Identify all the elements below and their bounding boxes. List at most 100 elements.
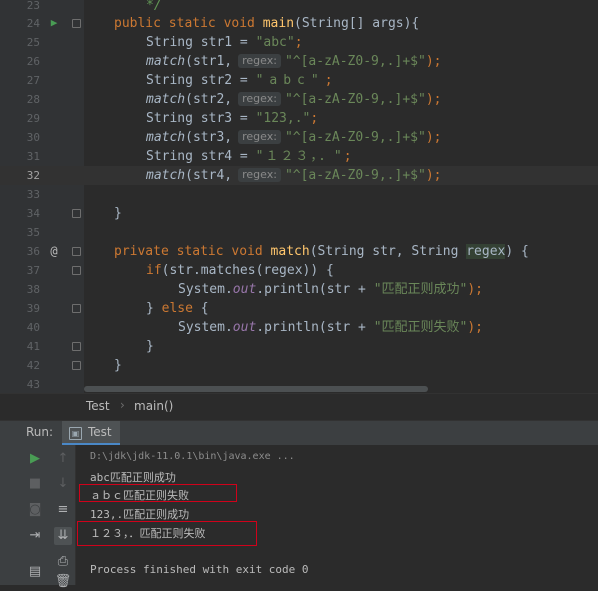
highlight-box (79, 484, 237, 502)
scroll-up-icon[interactable]: ↑ (54, 450, 72, 468)
fold-marker-icon[interactable] (72, 266, 81, 275)
code-editor[interactable]: 23 */ 24 ▶ public static void main(Strin… (0, 0, 598, 393)
code-line[interactable]: 35 (0, 223, 598, 242)
soft-wrap-icon[interactable]: ≡ (54, 501, 72, 519)
override-icon[interactable]: @ (48, 245, 60, 257)
line-number: 28 (26, 93, 40, 106)
match-call: match(str1, regex: "^[a-zA-Z0-9,.]+$"); (146, 54, 442, 69)
code-line[interactable]: 28 match(str2, regex: "^[a-zA-Z0-9,.]+$"); (0, 90, 598, 109)
fold-marker-icon[interactable] (72, 304, 81, 313)
declaration: String str2 = "abc"; (146, 73, 333, 88)
line-number: 43 (26, 378, 40, 391)
run-toolbar: ▶ ↑ ■ ↓ ◙ ≡ ⇥ ⇊ ⎙ ▤ 🗑 (0, 445, 76, 589)
line-number: 31 (26, 150, 40, 163)
run-label: Run: (26, 425, 54, 439)
line-number: 30 (26, 131, 40, 144)
line-number: 26 (26, 55, 40, 68)
declaration: String str1 = "abc"; (146, 35, 303, 50)
line-number: 39 (26, 302, 40, 315)
declaration: String str4 = "１２３，．"; (146, 149, 352, 164)
line-number: 38 (26, 283, 40, 296)
closing-brace: } (114, 358, 122, 373)
match-call: match(str4, regex: "^[a-zA-Z0-9,.]+$"); (146, 168, 442, 183)
line-number: 42 (26, 359, 40, 372)
fold-marker-icon[interactable] (72, 19, 81, 28)
line-number: 40 (26, 321, 40, 334)
println-failure: System.out.println(str + "匹配正则失败"); (178, 320, 483, 335)
scroll-to-end-icon[interactable]: ⇊ (54, 527, 72, 545)
param-hint: regex: (238, 92, 281, 106)
line-number: 41 (26, 340, 40, 353)
code-line[interactable]: 34 } (0, 204, 598, 223)
code-line[interactable]: 40 System.out.println(str + "匹配正则失败"); (0, 318, 598, 337)
console-line: 123,.匹配正则成功 (90, 508, 190, 521)
line-number: 34 (26, 207, 40, 220)
console-line: abc匹配正则成功 (90, 471, 176, 484)
code-line[interactable]: 31 String str4 = "１２３，．"; (0, 147, 598, 166)
run-tab-label: Test (88, 425, 112, 439)
main-signature: public static void main(String[] args){ (114, 16, 420, 31)
scroll-down-icon[interactable]: ↓ (54, 475, 72, 493)
code-line[interactable]: 38 System.out.println(str + "匹配正则成功"); (0, 280, 598, 299)
code-line[interactable]: 39 } else { (0, 299, 598, 318)
param-hint: regex: (238, 54, 281, 68)
match-call: match(str3, regex: "^[a-zA-Z0-9,.]+$"); (146, 130, 442, 145)
print-icon[interactable]: ⎙ (54, 553, 72, 571)
highlight-box (77, 521, 257, 546)
layout-icon[interactable]: ▤ (26, 563, 44, 581)
fold-marker-icon[interactable] (72, 209, 81, 218)
console-exit-message: Process finished with exit code 0 (90, 563, 309, 576)
code-line[interactable]: 41 } (0, 337, 598, 356)
line-number: 25 (26, 36, 40, 49)
code-line[interactable]: 30 match(str3, regex: "^[a-zA-Z0-9,.]+$"); (0, 128, 598, 147)
run-gutter-icon[interactable]: ▶ (48, 17, 60, 29)
line-number: 33 (26, 188, 40, 201)
console-command: D:\jdk\jdk-11.0.1\bin\java.exe ... (90, 451, 295, 462)
code-line[interactable]: 25 String str1 = "abc"; (0, 33, 598, 52)
code-line[interactable]: 37 if(str.matches(regex)) { (0, 261, 598, 280)
breadcrumb-separator: › (120, 398, 125, 412)
code-line[interactable]: 26 match(str1, regex: "^[a-zA-Z0-9,.]+$"); (0, 52, 598, 71)
line-number: 23 (26, 0, 40, 12)
breadcrumb-class[interactable]: Test (86, 399, 110, 413)
fold-marker-icon[interactable] (72, 247, 81, 256)
else-statement: } else { (146, 301, 209, 316)
run-tab-test[interactable]: ▣ Test (62, 421, 120, 445)
closing-brace: } (146, 339, 154, 354)
code-line-current[interactable]: 32 match(str4, regex: "^[a-zA-Z0-9,.]+$"); (0, 166, 598, 185)
fold-marker-icon[interactable] (72, 361, 81, 370)
match-signature: private static void match(String str, St… (114, 244, 529, 259)
stop-icon[interactable]: ■ (26, 475, 44, 493)
line-number: 37 (26, 264, 40, 277)
run-config-icon: ▣ (69, 427, 82, 440)
trash-icon[interactable]: 🗑 (54, 573, 72, 591)
match-call: match(str2, regex: "^[a-zA-Z0-9,.]+$"); (146, 92, 442, 107)
horizontal-scrollbar[interactable] (84, 386, 428, 392)
breadcrumb-method[interactable]: main() (134, 399, 173, 413)
println-success: System.out.println(str + "匹配正则成功"); (178, 282, 483, 297)
line-number: 36 (26, 245, 40, 258)
param-hint: regex: (238, 130, 281, 144)
code-line[interactable]: 23 */ (0, 0, 598, 15)
declaration: String str3 = "123,."; (146, 111, 319, 126)
closing-brace: } (114, 206, 122, 221)
code-line[interactable]: 29 String str3 = "123,."; (0, 109, 598, 128)
code-line[interactable]: 27 String str2 = "abc"; (0, 71, 598, 90)
param-hint: regex: (238, 168, 281, 182)
code-line[interactable]: 42 } (0, 356, 598, 375)
exit-icon[interactable]: ⇥ (26, 527, 44, 545)
line-number: 24 (26, 17, 40, 30)
line-number: 32 (26, 169, 40, 182)
console-output[interactable]: D:\jdk\jdk-11.0.1\bin\java.exe ... abc匹配… (76, 445, 598, 585)
line-number: 29 (26, 112, 40, 125)
code-line[interactable]: 36 @ private static void match(String st… (0, 242, 598, 261)
code-line[interactable]: 24 ▶ public static void main(String[] ar… (0, 14, 598, 33)
line-number: 35 (26, 226, 40, 239)
camera-icon[interactable]: ◙ (26, 501, 44, 519)
run-toolwindow-header: Run: ▣ Test (0, 420, 598, 446)
rerun-icon[interactable]: ▶ (26, 450, 44, 468)
fold-marker-icon[interactable] (72, 342, 81, 351)
comment-end: */ (146, 0, 162, 13)
code-line[interactable]: 33 (0, 185, 598, 204)
if-statement: if(str.matches(regex)) { (146, 263, 334, 278)
